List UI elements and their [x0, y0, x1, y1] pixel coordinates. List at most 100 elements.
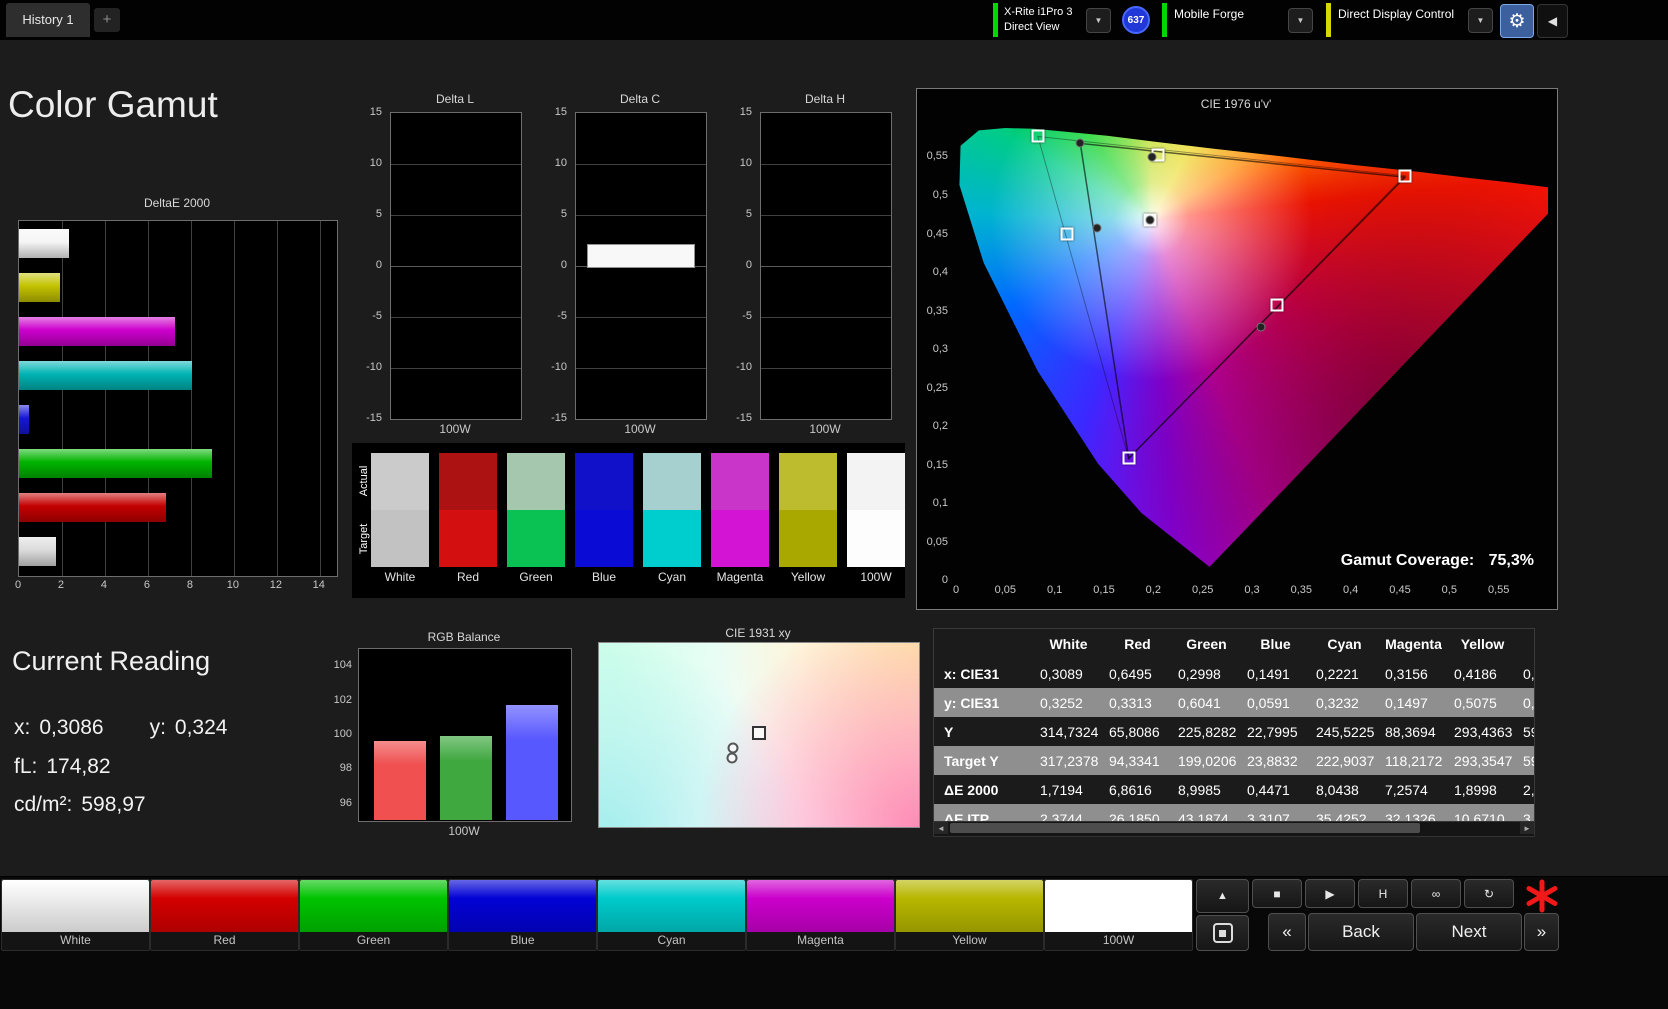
bar-blue [505, 703, 559, 821]
gridline [576, 215, 706, 216]
table-cell: 0,6495 [1109, 665, 1152, 682]
y-tick-label: -10 [551, 361, 567, 373]
x-tick-label: 0,15 [1093, 584, 1115, 596]
hold-button[interactable]: H [1358, 879, 1408, 908]
source-status-bar [1162, 3, 1167, 37]
loop-button[interactable]: ↻ [1464, 879, 1514, 908]
scroll-right-icon[interactable]: ► [1520, 822, 1534, 834]
x-tick-label: 10 [226, 579, 239, 591]
fl-label: fL: [14, 755, 38, 778]
play-button[interactable]: ▶ [1305, 879, 1355, 908]
x-tick-label: 0,55 [1487, 584, 1510, 596]
table-cell: 0,5075 [1454, 694, 1497, 711]
gamut-coverage-label: Gamut Coverage: [1340, 552, 1475, 569]
swatch-actual [643, 453, 701, 510]
settings-button[interactable]: ⚙ [1500, 4, 1534, 38]
pattern-button-blue[interactable]: Blue [448, 879, 597, 951]
pattern-button-red[interactable]: Red [150, 879, 299, 951]
pattern-button-white[interactable]: White [1, 879, 150, 951]
table-cell: 32,1326 [1385, 810, 1436, 822]
continuous-measure-button[interactable]: ∞ [1411, 879, 1461, 908]
y-tick-label: -10 [366, 361, 382, 373]
bar-group [19, 221, 337, 576]
gridline [391, 266, 521, 267]
first-button[interactable]: « [1268, 913, 1306, 951]
display-control-status-bar [1326, 3, 1331, 37]
display-control-dropdown-button[interactable]: ▼ [1468, 8, 1493, 33]
alert-asterisk-icon [1526, 879, 1558, 913]
y-tick-label: -10 [736, 361, 752, 373]
swatch-target [847, 510, 905, 567]
y-tick-label: 0 [941, 574, 948, 586]
pattern-button-magenta[interactable]: Magenta [746, 879, 895, 951]
y-label: y: [149, 716, 166, 739]
y-tick-label: 0,25 [926, 381, 948, 394]
x-value: 0,3086 [39, 716, 104, 739]
table-row: Target Y 317,2378 94,3341 199,0206 23,8832 22… [934, 746, 1534, 775]
pattern-label: Blue [510, 933, 535, 947]
add-tab-button[interactable]: + [94, 8, 120, 32]
scroll-left-icon[interactable]: ◄ [934, 822, 948, 834]
y-tick-label: 100 [333, 728, 352, 740]
pattern-window-button[interactable] [1196, 915, 1249, 951]
pattern-button-green[interactable]: Green [299, 879, 448, 951]
up-arrow-icon: ▲ [1217, 890, 1228, 902]
cie1976-y-axis: 0 0,05 0,1 0,15 0,2 0,25 0,3 0,35 0,4 0,45 0,5 0,55 [916, 118, 952, 586]
pattern-button-100w[interactable]: 100W [1044, 879, 1193, 951]
y-tick-label: 10 [554, 157, 567, 169]
x-tick-label: 0,05 [994, 584, 1017, 596]
x-tick-label: 12 [269, 579, 282, 591]
x-tick-label: 2 [57, 579, 65, 591]
back-button[interactable]: Back [1308, 913, 1414, 951]
pattern-color [449, 880, 596, 932]
x-tick-label: 0 [14, 579, 22, 591]
y-tick-label: 0 [560, 259, 567, 271]
swatch-target [439, 510, 497, 567]
table-cell: 0,3089 [1040, 665, 1083, 682]
collapse-panel-button[interactable]: ◀ [1537, 4, 1568, 38]
cdm2-label: cd/m²: [14, 793, 73, 816]
table-cell: 598,9700 [1523, 723, 1534, 740]
delta-c-x-label: 100W [624, 422, 656, 436]
x-label: x: [14, 716, 31, 739]
meter-dropdown-button[interactable]: ▼ [1086, 8, 1111, 33]
pattern-window-icon [1212, 923, 1233, 943]
measured-marker [1092, 223, 1102, 233]
current-reading-title: Current Reading [12, 646, 211, 676]
stop-button[interactable]: ■ [1252, 879, 1302, 908]
source-dropdown-button[interactable]: ▼ [1288, 8, 1313, 33]
page-title: Color Gamut [8, 84, 218, 125]
pattern-up-button[interactable]: ▲ [1196, 879, 1249, 913]
table-cell: 0,2221 [1316, 665, 1359, 682]
table-cell: 222,9037 [1316, 752, 1375, 769]
bar-yellow [19, 273, 61, 302]
y-tick-label: -5 [557, 310, 567, 322]
x-tick-label: 0,25 [1191, 584, 1214, 596]
y-tick-label: 0,1 [932, 497, 948, 509]
gamut-coverage-value: 75,3% [1488, 552, 1534, 569]
current-reading-fl: fL: 174,82 [14, 755, 111, 779]
table-cell: 2,3744 [1040, 810, 1083, 822]
cie1931-chart [598, 642, 920, 828]
table-cell: 26,1850 [1109, 810, 1160, 822]
gridline [576, 368, 706, 369]
table-cell: 0,3232 [1316, 694, 1359, 711]
rgb-balance-x-label: 100W [448, 824, 480, 838]
table-cell: 23,8832 [1247, 752, 1298, 769]
pattern-color [598, 880, 745, 932]
bar-blue [19, 405, 30, 434]
table-horizontal-scrollbar[interactable]: ◄ ► [933, 821, 1535, 837]
pattern-button-yellow[interactable]: Yellow [895, 879, 1044, 951]
delta-l-y-axis: 15 10 5 0 -5 -10 -15 [352, 106, 386, 424]
y-tick-label: 0,3 [932, 343, 948, 355]
last-button[interactable]: » [1524, 913, 1559, 951]
y-tick-label: 5 [560, 208, 567, 220]
history-tab[interactable]: History 1 [6, 3, 90, 37]
x-tick-label: 0,35 [1290, 584, 1313, 596]
next-button[interactable]: Next [1416, 913, 1522, 951]
table-header: Cyan [1327, 636, 1362, 652]
swatch-label: Red [456, 570, 479, 584]
pattern-button-cyan[interactable]: Cyan [597, 879, 746, 951]
swatch-actual [847, 453, 905, 510]
scrollbar-thumb[interactable] [950, 823, 1420, 833]
